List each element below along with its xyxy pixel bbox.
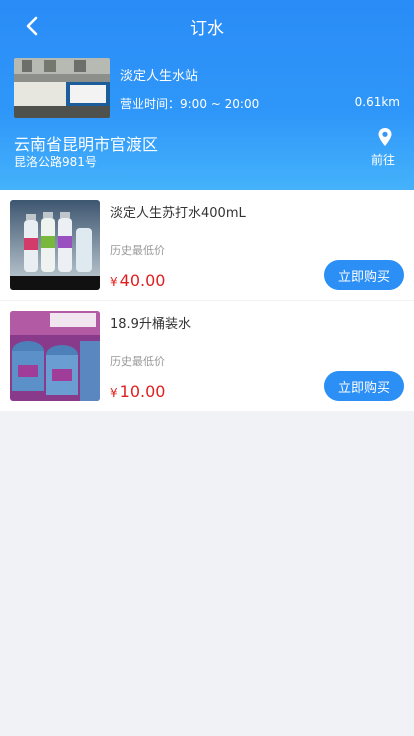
buy-now-button[interactable]: 立即购买 [324, 260, 404, 290]
product-name: 18.9升桶装水 [110, 317, 191, 332]
product-card[interactable]: 淡定人生苏打水400mL 历史最低价 ¥40.00 立即购买 [0, 190, 414, 300]
history-low-label: 历史最低价 [110, 355, 165, 368]
store-distance: 0.61km [354, 95, 400, 109]
navigate-button[interactable]: 前往 [371, 151, 395, 168]
store-address-street: 昆洛公路981号 [14, 155, 97, 169]
product-name: 淡定人生苏打水400mL [110, 206, 246, 221]
product-price: ¥10.00 [110, 382, 165, 401]
product-price: ¥40.00 [110, 271, 165, 290]
product-card[interactable]: 18.9升桶装水 历史最低价 ¥10.00 立即购买 [0, 301, 414, 411]
business-hours: 营业时间：9:00 ~ 20:00 [120, 97, 260, 111]
price-value: 10.00 [119, 382, 166, 401]
store-photo [14, 58, 110, 118]
map-pin-icon[interactable] [377, 127, 393, 147]
price-value: 40.00 [119, 271, 166, 290]
nav-bar: 订水 [0, 0, 414, 52]
store-address-region: 云南省昆明市官渡区 [14, 135, 159, 154]
buy-now-button[interactable]: 立即购买 [324, 371, 404, 401]
product-image [10, 311, 100, 401]
store-name: 淡定人生水站 [120, 69, 199, 84]
product-image [10, 200, 100, 290]
currency-symbol: ¥ [110, 386, 118, 400]
store-header: 订水 淡定人生水站 营业时间：9:00 ~ 20:00 0.61km 云南省昆明… [0, 0, 414, 190]
history-low-label: 历史最低价 [110, 244, 165, 257]
page-title: 订水 [190, 19, 224, 39]
currency-symbol: ¥ [110, 275, 118, 289]
